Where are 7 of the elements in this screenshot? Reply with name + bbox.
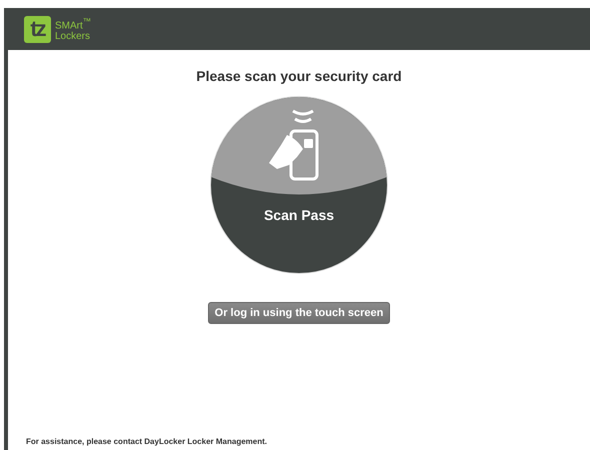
logo-mark: tz — [24, 16, 51, 42]
assistance-note: For assistance, please contact DayLocker Locker Management. — [26, 437, 267, 446]
logo-name: SMArt$^{™}$ — [55, 16, 92, 32]
page-title: Please scan your security card — [196, 68, 402, 84]
touch-login-button[interactable]: Or log in using the touch screen — [208, 302, 390, 324]
scan-pass-button[interactable]: Scan Pass — [210, 96, 388, 274]
logo-tagline: Lockers — [55, 32, 92, 42]
